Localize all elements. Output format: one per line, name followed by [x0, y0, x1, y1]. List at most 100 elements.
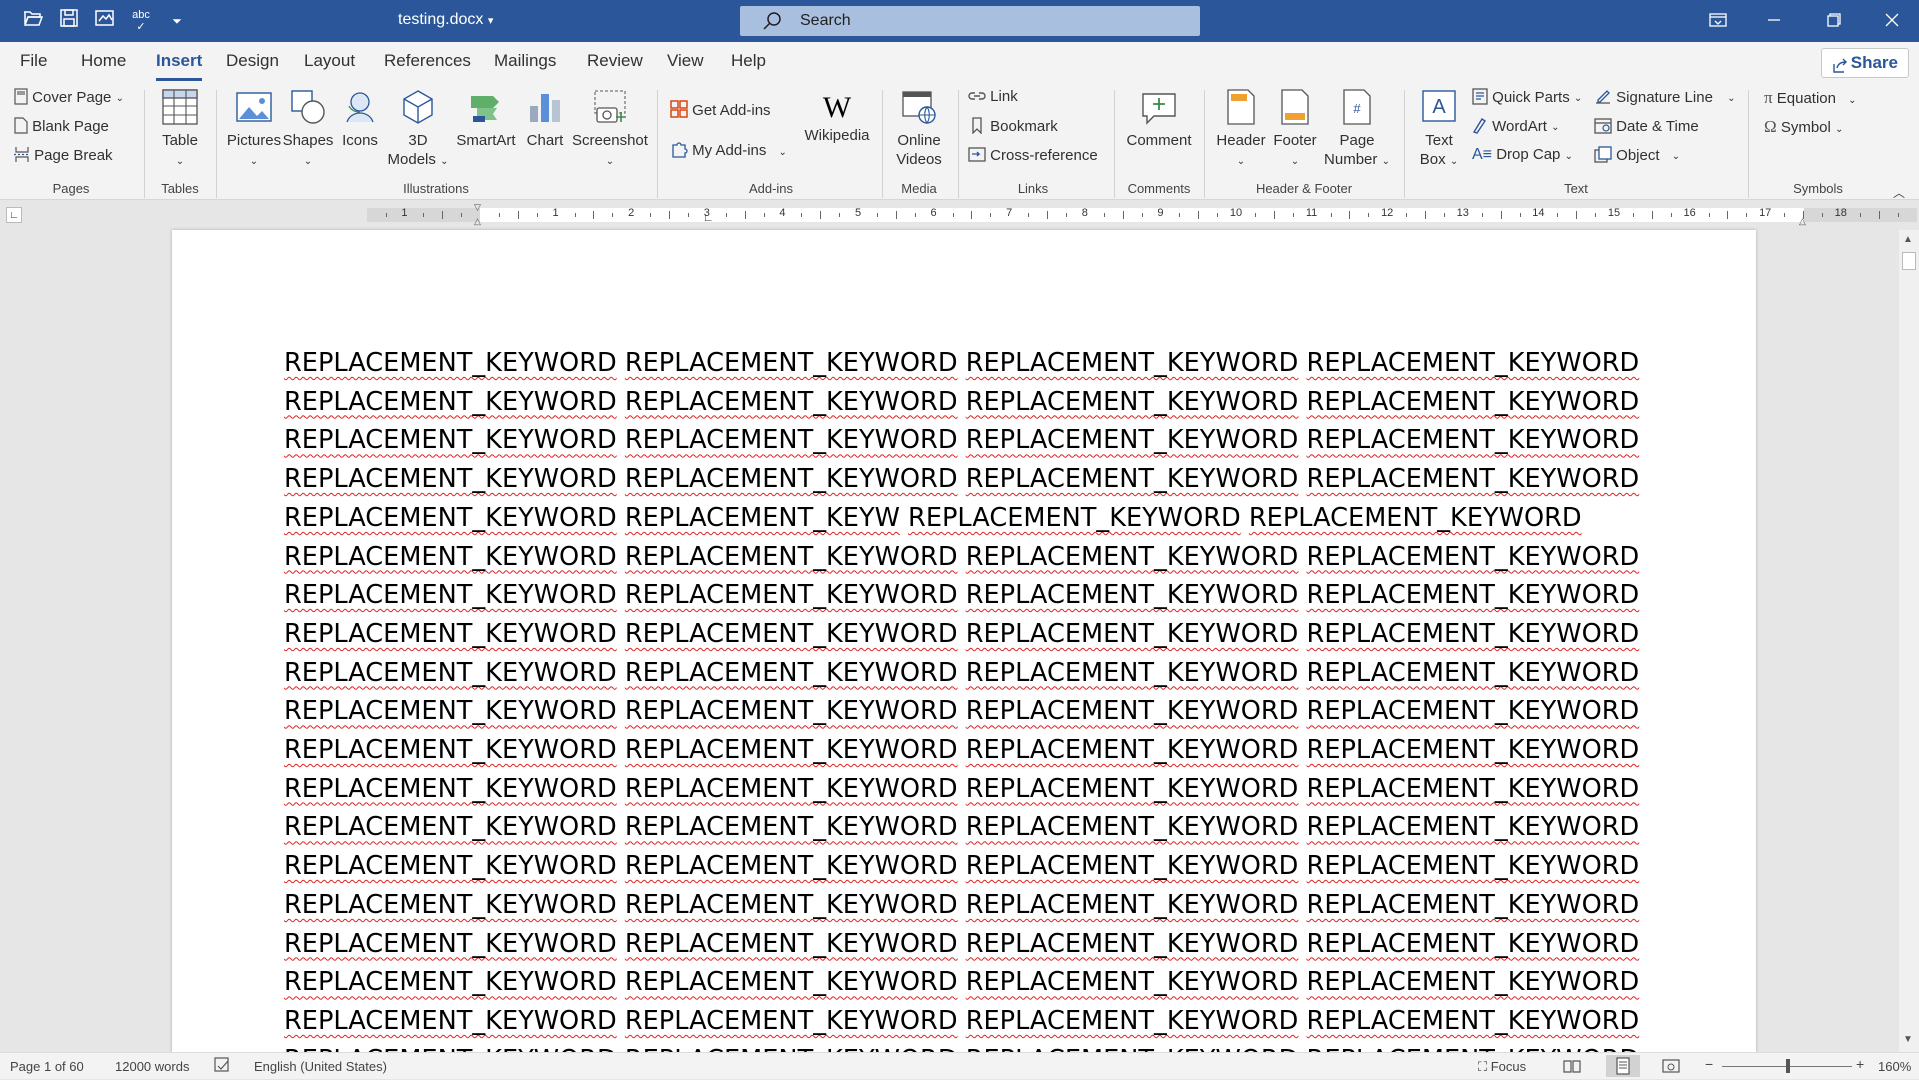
tab-layout[interactable]: Layout [304, 51, 355, 77]
tab-references[interactable]: References [384, 51, 471, 77]
cross-reference-button[interactable]: Cross-reference [968, 146, 1098, 167]
bookmark-button[interactable]: Bookmark [968, 117, 1058, 138]
my-addins-button[interactable]: My Add-ins ⌄ [670, 140, 787, 162]
tab-help[interactable]: Help [731, 51, 766, 77]
misspelled-word[interactable]: REPLACEMENT_KEYWORD [966, 696, 1299, 726]
page-count[interactable]: Page 1 of 60 [10, 1059, 84, 1074]
misspelled-word[interactable]: REPLACEMENT_KEYWORD [966, 967, 1299, 997]
misspelled-word[interactable]: REPLACEMENT_KEYWORD [1307, 851, 1640, 881]
read-mode-icon[interactable] [1563, 1059, 1581, 1076]
tab-design[interactable]: Design [226, 51, 279, 77]
horizontal-ruler[interactable]: 1 1 2 3 4 5 6 7 8 9 10 11 12 13 14 15 16 17 18 ▽ △ △ ∟ [367, 202, 1917, 226]
misspelled-word[interactable]: REPLACEMENT_KEYWORD [625, 967, 958, 997]
collapse-ribbon-icon[interactable]: ︿ [1893, 184, 1905, 201]
document-line[interactable]: REPLACEMENT_KEYWORD REPLACEMENT_KEYW REP… [284, 499, 1584, 538]
scrollbar-thumb[interactable] [1902, 252, 1916, 270]
quick-parts-button[interactable]: Quick Parts ⌄ [1472, 88, 1582, 109]
blank-page-button[interactable]: Blank Page [14, 117, 109, 138]
misspelled-word[interactable]: REPLACEMENT_KEYWORD [284, 929, 617, 959]
zoom-out-icon[interactable]: − [1705, 1056, 1713, 1072]
document-line[interactable]: REPLACEMENT_KEYWORD REPLACEMENT_KEYWORD … [284, 925, 1639, 964]
customize-icon[interactable]: ⏷ [164, 9, 190, 33]
document-line[interactable]: REPLACEMENT_KEYWORD REPLACEMENT_KEYWORD … [284, 421, 1639, 460]
misspelled-word[interactable]: REPLACEMENT_KEYWORD [908, 503, 1241, 533]
document-line[interactable]: REPLACEMENT_KEYWORD REPLACEMENT_KEYWORD … [284, 460, 1639, 499]
shapes-button[interactable]: Shapes ⌄ [282, 88, 334, 171]
misspelled-word[interactable]: REPLACEMENT_KEYWORD [966, 348, 1299, 378]
misspelled-word[interactable]: REPLACEMENT_KEYWORD [1307, 929, 1640, 959]
misspelled-word[interactable]: REPLACEMENT_KEYWORD [1307, 812, 1640, 842]
misspelled-word[interactable]: REPLACEMENT_KEYWORD [625, 851, 958, 881]
zoom-slider[interactable] [1722, 1059, 1852, 1073]
page-number-button[interactable]: # Page Number ⌄ [1320, 88, 1394, 171]
share-button[interactable]: Share [1821, 48, 1909, 78]
misspelled-word[interactable]: REPLACEMENT_KEYWORD [284, 851, 617, 881]
object-button[interactable]: Object ⌄ [1594, 146, 1680, 167]
get-addins-button[interactable]: Get Add-ins [670, 100, 771, 122]
tab-review[interactable]: Review [587, 51, 643, 77]
misspelled-word[interactable]: REPLACEMENT_KEYWORD [284, 387, 617, 417]
zoom-slider-thumb[interactable] [1786, 1059, 1790, 1073]
date-time-button[interactable]: Date & Time [1594, 117, 1699, 138]
search-box[interactable]: Search [740, 6, 1200, 36]
misspelled-word[interactable]: REPLACEMENT_KEYWORD [625, 542, 958, 572]
misspelled-word[interactable]: REPLACEMENT_KEYWORD [966, 658, 1299, 688]
misspelled-word[interactable]: REPLACEMENT_KEYWORD [966, 542, 1299, 572]
document-body[interactable]: REPLACEMENT_KEYWORD REPLACEMENT_KEYWORD … [284, 344, 1639, 1079]
misspelled-word[interactable]: REPLACEMENT_KEYWORD [1307, 425, 1640, 455]
equation-button[interactable]: π Equation ⌄ [1764, 88, 1857, 108]
misspelled-word[interactable]: REPLACEMENT_KEYWORD [625, 929, 958, 959]
word-count[interactable]: 12000 words [115, 1059, 189, 1074]
document-line[interactable]: REPLACEMENT_KEYWORD REPLACEMENT_KEYWORD … [284, 731, 1639, 770]
zoom-in-icon[interactable]: + [1856, 1056, 1864, 1072]
misspelled-word[interactable]: REPLACEMENT_KEYWORD [625, 464, 958, 494]
icons-button[interactable]: Icons [336, 88, 384, 150]
misspelled-word[interactable]: REPLACEMENT_KEYWORD [284, 1006, 617, 1036]
misspelled-word[interactable]: REPLACEMENT_KEYWORD [625, 580, 958, 610]
misspelled-word[interactable]: REPLACEMENT_KEYWORD [625, 387, 958, 417]
document-line[interactable]: REPLACEMENT_KEYWORD REPLACEMENT_KEYWORD … [284, 576, 1639, 615]
misspelled-word[interactable]: REPLACEMENT_KEYWORD [966, 619, 1299, 649]
footer-button[interactable]: Footer ⌄ [1266, 88, 1324, 171]
misspelled-word[interactable]: REPLACEMENT_KEYWORD [625, 1006, 958, 1036]
misspelled-word[interactable]: REPLACEMENT_KEYWORD [625, 890, 958, 920]
misspelled-word[interactable]: REPLACEMENT_KEYWORD [1307, 580, 1640, 610]
screenshot-button[interactable]: Screenshot ⌄ [570, 88, 650, 171]
misspelled-word[interactable]: REPLACEMENT_KEYWORD [1307, 696, 1640, 726]
misspelled-word[interactable]: REPLACEMENT_KEYWORD [625, 812, 958, 842]
tab-selector-icon[interactable]: ∟ [6, 207, 22, 223]
header-button[interactable]: Header ⌄ [1212, 88, 1270, 171]
misspelled-word[interactable]: REPLACEMENT_KEYWORD [966, 774, 1299, 804]
misspelled-word[interactable]: REPLACEMENT_KEYWORD [1307, 1006, 1640, 1036]
misspelled-word[interactable]: REPLACEMENT_KEYWORD [625, 348, 958, 378]
document-line[interactable]: REPLACEMENT_KEYWORD REPLACEMENT_KEYWORD … [284, 770, 1639, 809]
online-videos-button[interactable]: Online Videos [888, 88, 950, 169]
wikipedia-button[interactable]: W Wikipedia [800, 88, 874, 145]
save-as-icon[interactable] [92, 9, 118, 33]
pictures-button[interactable]: Pictures ⌄ [226, 88, 282, 171]
document-line[interactable]: REPLACEMENT_KEYWORD REPLACEMENT_KEYWORD … [284, 538, 1639, 577]
vertical-scrollbar[interactable]: ▲ ▼ [1899, 230, 1919, 1052]
misspelled-word[interactable]: REPLACEMENT_KEYWORD [966, 735, 1299, 765]
tab-home[interactable]: Home [81, 51, 126, 77]
misspelled-word[interactable]: REPLACEMENT_KEYWORD [966, 851, 1299, 881]
open-folder-icon[interactable] [20, 9, 46, 33]
misspelled-word[interactable]: REPLACEMENT_KEYWORD [284, 658, 617, 688]
document-line[interactable]: REPLACEMENT_KEYWORD REPLACEMENT_KEYWORD … [284, 654, 1639, 693]
misspelled-word[interactable]: REPLACEMENT_KEYWORD [625, 619, 958, 649]
misspelled-word[interactable]: REPLACEMENT_KEYWORD [1307, 890, 1640, 920]
misspelled-word[interactable]: REPLACEMENT_KEYWORD [966, 387, 1299, 417]
misspelled-word[interactable]: REPLACEMENT_KEYWORD [284, 812, 617, 842]
misspelled-word[interactable]: REPLACEMENT_KEYWORD [966, 464, 1299, 494]
misspelled-word[interactable]: REPLACEMENT_KEYWORD [284, 425, 617, 455]
misspelled-word[interactable]: REPLACEMENT_KEYWORD [966, 425, 1299, 455]
symbol-button[interactable]: Ω Symbol ⌄ [1764, 117, 1843, 137]
document-line[interactable]: REPLACEMENT_KEYWORD REPLACEMENT_KEYWORD … [284, 615, 1639, 654]
misspelled-word[interactable]: REPLACEMENT_KEYWORD [1307, 967, 1640, 997]
smartart-button[interactable]: SmartArt [452, 88, 520, 150]
misspelled-word[interactable]: REPLACEMENT_KEYWORD [284, 890, 617, 920]
document-page[interactable]: REPLACEMENT_KEYWORD REPLACEMENT_KEYWORD … [172, 230, 1756, 1075]
drop-cap-button[interactable]: A≡ Drop Cap ⌄ [1472, 146, 1573, 164]
misspelled-word[interactable]: REPLACEMENT_KEYWORD [1307, 464, 1640, 494]
misspelled-word[interactable]: REPLACEMENT_KEYWORD [284, 967, 617, 997]
